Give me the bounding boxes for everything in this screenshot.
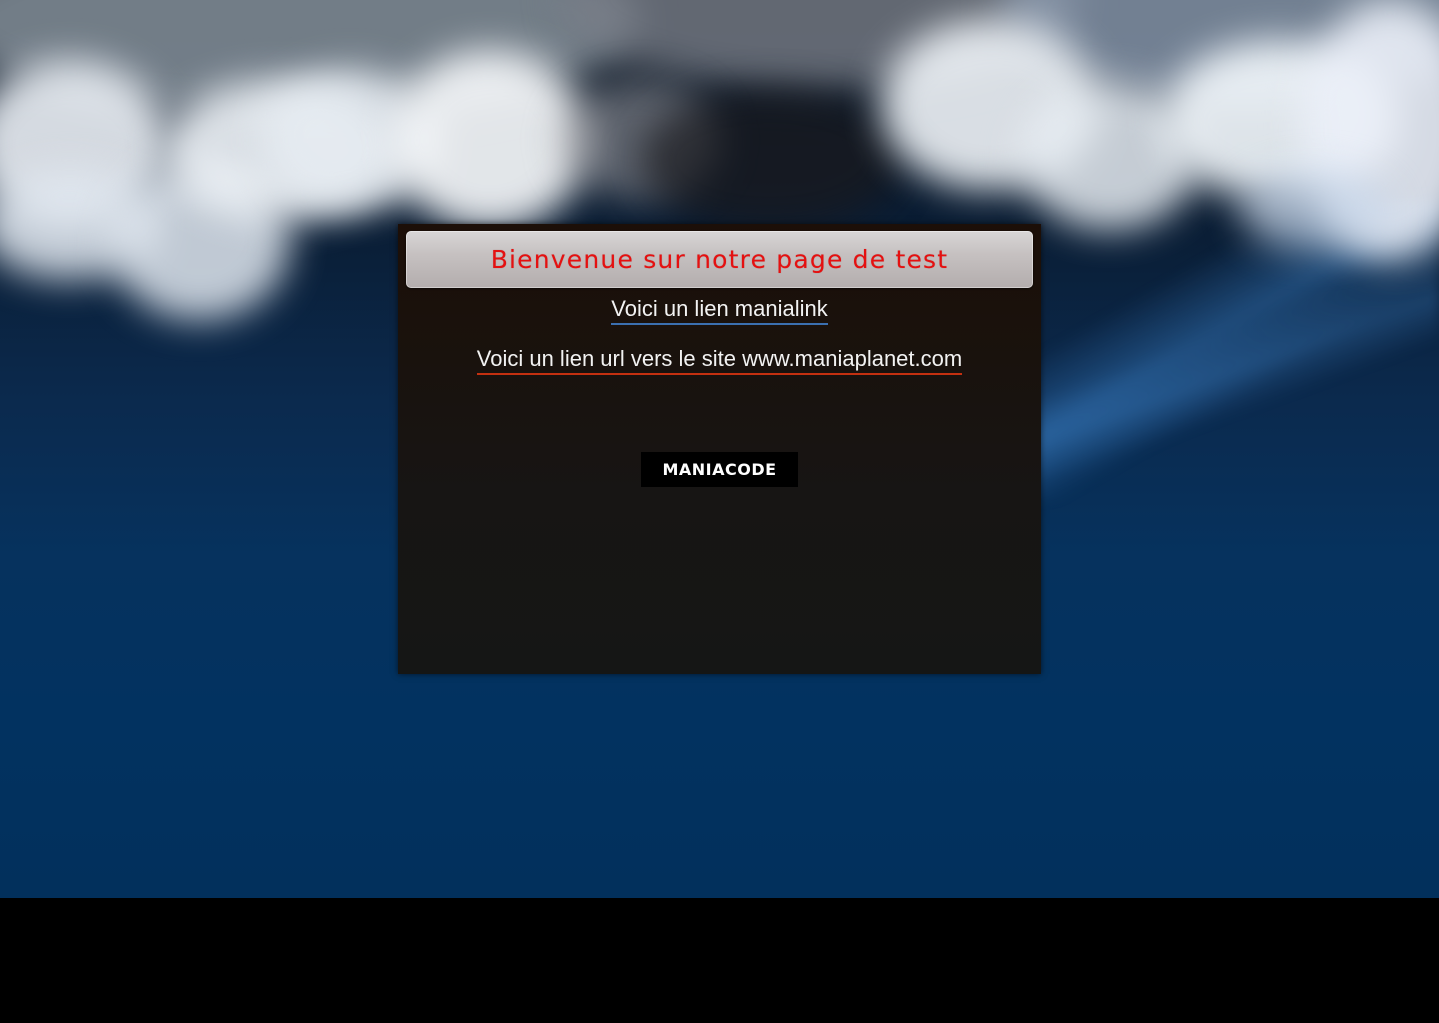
- url-link-row: Voici un lien url vers le site www.mania…: [398, 346, 1041, 375]
- manialink-link[interactable]: Voici un lien manialink: [611, 296, 828, 325]
- page-title: Bienvenue sur notre page de test: [490, 245, 949, 274]
- maniacode-button[interactable]: MANIACODE: [641, 452, 798, 487]
- title-bar: Bienvenue sur notre page de test: [406, 231, 1033, 288]
- cloud: [640, 90, 900, 230]
- cloud: [1240, 170, 1390, 250]
- main-panel: Bienvenue sur notre page de test Voici u…: [398, 224, 1041, 674]
- bottom-bar: [0, 898, 1439, 1023]
- manialink-link-row: Voici un lien manialink: [398, 296, 1041, 325]
- maniaplanet-url-link[interactable]: Voici un lien url vers le site www.mania…: [476, 346, 963, 375]
